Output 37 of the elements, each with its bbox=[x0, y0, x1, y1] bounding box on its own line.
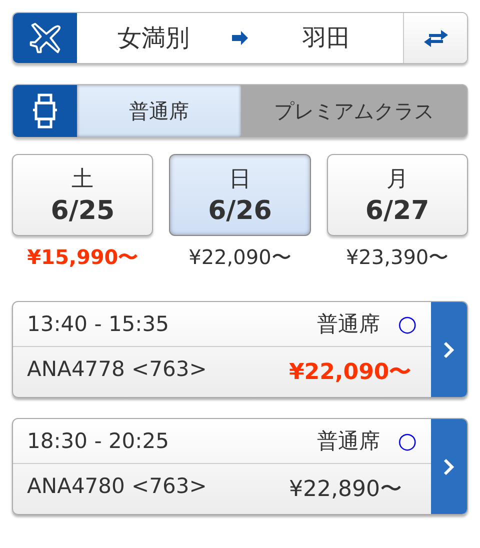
class-tab[interactable]: プレミアムクラス bbox=[240, 85, 467, 137]
seat-class: 普通席 bbox=[316, 428, 380, 455]
weekday-label: 日 bbox=[228, 166, 251, 194]
seat-icon bbox=[31, 93, 59, 129]
flight-number: ANA4780 <763> bbox=[27, 474, 207, 498]
airplane-icon bbox=[28, 21, 62, 55]
flight-number: ANA4778 <763> bbox=[27, 357, 207, 381]
date-price: ¥15,990〜 bbox=[27, 244, 138, 271]
flight-card[interactable]: 18:30 - 20:25 普通席 ○ ANA4780 <763> ¥22,890〜 bbox=[12, 418, 468, 515]
class-tab[interactable]: 普通席 bbox=[77, 85, 241, 137]
flight-card[interactable]: 13:40 - 15:35 普通席 ○ ANA4778 <763> ¥22,090〜 bbox=[12, 301, 468, 398]
flight-price: ¥22,090〜 bbox=[289, 359, 412, 387]
details-button[interactable] bbox=[431, 302, 467, 397]
weekday-label: 月 bbox=[386, 166, 408, 194]
chevron-right-icon bbox=[443, 340, 455, 360]
flight-price: ¥22,890〜 bbox=[289, 476, 403, 504]
details-button[interactable] bbox=[431, 419, 467, 514]
swap-button[interactable] bbox=[403, 13, 467, 63]
swap-arrows-icon bbox=[422, 28, 448, 48]
date-price: ¥22,090〜 bbox=[188, 244, 292, 271]
destination-airport: 羽田 bbox=[302, 23, 352, 54]
origin-airport: 女満別 bbox=[116, 23, 190, 54]
date-label: 6/27 bbox=[365, 196, 430, 226]
date-label: 6/26 bbox=[208, 196, 272, 226]
date-button[interactable]: 日 6/26 bbox=[169, 154, 311, 236]
seat-class: 普通席 bbox=[316, 311, 380, 338]
arrow-right-icon bbox=[230, 30, 250, 46]
flight-time: 13:40 - 15:35 bbox=[27, 312, 169, 336]
date-label: 6/25 bbox=[50, 196, 115, 226]
availability-mark: ○ bbox=[398, 428, 417, 454]
flight-time: 18:30 - 20:25 bbox=[27, 429, 169, 453]
chevron-right-icon bbox=[443, 456, 455, 476]
availability-mark: ○ bbox=[398, 312, 417, 336]
date-button[interactable]: 土 6/25 bbox=[12, 154, 154, 236]
weekday-label: 土 bbox=[72, 166, 94, 194]
date-price: ¥23,390〜 bbox=[346, 244, 449, 271]
date-button[interactable]: 月 6/27 bbox=[326, 154, 468, 236]
